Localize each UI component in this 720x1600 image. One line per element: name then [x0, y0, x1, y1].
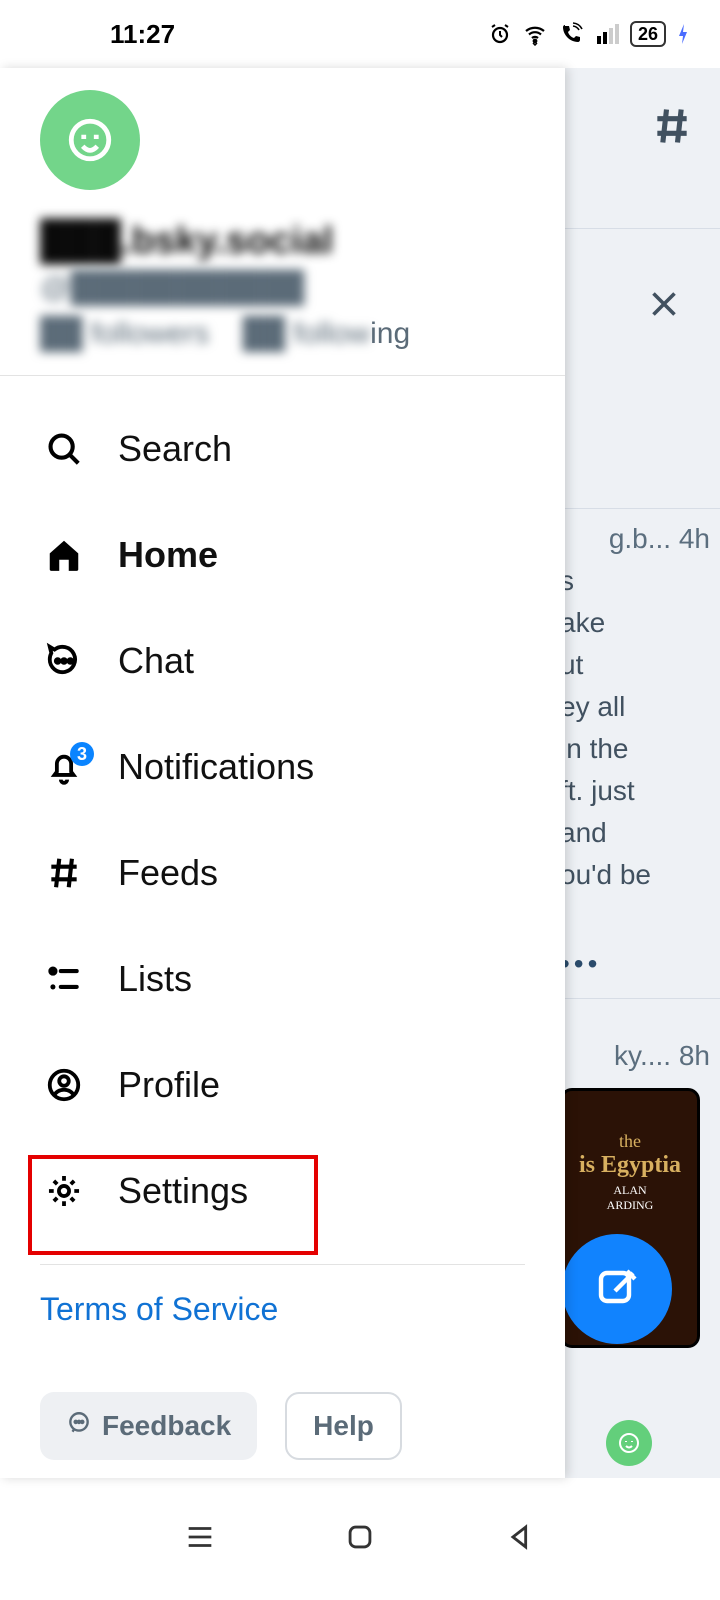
nav-notifications[interactable]: 3 Notifications: [0, 714, 565, 820]
search-icon: [44, 430, 84, 468]
signal-icon: [594, 22, 620, 46]
nav-settings[interactable]: Settings: [0, 1138, 565, 1244]
nav-label: Search: [118, 428, 232, 470]
help-button[interactable]: Help: [285, 1392, 402, 1460]
post2-meta: ky.... 8h: [560, 1040, 710, 1072]
nav-profile[interactable]: Profile: [0, 1032, 565, 1138]
nav-home[interactable]: Home: [0, 502, 565, 608]
home-button[interactable]: [343, 1520, 377, 1559]
recents-button[interactable]: [183, 1520, 217, 1559]
close-icon[interactable]: [646, 286, 682, 327]
nav-search[interactable]: Search: [0, 396, 565, 502]
footer-buttons: Feedback Help: [40, 1392, 402, 1460]
divider: [40, 1264, 525, 1265]
nav-label: Profile: [118, 1064, 220, 1106]
status-icons: 26: [488, 21, 690, 47]
navigation-drawer: ███.bsky.social @███████████ ██ follower…: [0, 68, 565, 1478]
wifi-call-icon: [558, 22, 584, 46]
notification-badge: 3: [70, 742, 94, 766]
post-body: s ake ut ey all in the ft. just and ou'd…: [560, 560, 710, 896]
following-count[interactable]: ██ following: [243, 317, 411, 350]
more-dots-icon[interactable]: •••: [560, 948, 601, 980]
feedback-label: Feedback: [102, 1410, 231, 1442]
drawer-header: ███.bsky.social @███████████ ██ follower…: [0, 68, 565, 376]
home-icon: [44, 536, 84, 574]
nav-chat[interactable]: Chat: [0, 608, 565, 714]
nav-feeds[interactable]: Feeds: [0, 820, 565, 926]
battery-indicator: 26: [630, 21, 666, 47]
hash-icon: [44, 854, 84, 892]
nav-label: Feeds: [118, 852, 218, 894]
book-line: is Egyptia: [563, 1152, 697, 1179]
back-button[interactable]: [503, 1520, 537, 1559]
followers-count[interactable]: ██ followers: [40, 317, 209, 350]
profile-icon: [44, 1066, 84, 1104]
battery-percent: 26: [638, 24, 658, 45]
help-label: Help: [313, 1410, 374, 1442]
book-line: the: [563, 1131, 697, 1152]
post-meta: g.b... 4h: [560, 518, 710, 560]
lists-icon: [44, 960, 84, 998]
chat-icon: [66, 1410, 92, 1443]
wifi-icon: [522, 22, 548, 46]
profile-stats[interactable]: ██ followers ██ following: [40, 317, 525, 351]
terms-link[interactable]: Terms of Service: [40, 1291, 278, 1327]
mini-avatar[interactable]: [606, 1420, 652, 1466]
app-area: g.b... 4h s ake ut ey all in the ft. jus…: [0, 68, 720, 1478]
profile-at-handle: @███████████: [40, 271, 525, 305]
chat-icon: [44, 642, 84, 680]
nav-lists[interactable]: Lists: [0, 926, 565, 1032]
status-time: 11:27: [110, 19, 175, 50]
divider: [560, 508, 720, 509]
book-line: ALAN ARDING: [563, 1183, 697, 1213]
footer-links: Terms of Service: [0, 1275, 565, 1328]
divider: [560, 228, 720, 229]
nav-label: Settings: [118, 1170, 248, 1212]
feedback-button[interactable]: Feedback: [40, 1392, 257, 1460]
status-bar: 11:27 26: [0, 0, 720, 68]
nav-label: Lists: [118, 958, 192, 1000]
hash-icon[interactable]: [650, 104, 694, 153]
nav-label: Notifications: [118, 746, 314, 788]
gear-icon: [44, 1172, 84, 1210]
nav-label: Chat: [118, 640, 194, 682]
system-nav-bar: [0, 1478, 720, 1600]
divider: [560, 998, 720, 999]
compose-button[interactable]: [562, 1234, 672, 1344]
profile-handle[interactable]: ███.bsky.social: [40, 220, 525, 263]
feed-post-fragment: g.b... 4h s ake ut ey all in the ft. jus…: [560, 518, 710, 896]
nav-label: Home: [118, 534, 218, 576]
charging-icon: [676, 22, 690, 46]
avatar[interactable]: [40, 90, 140, 190]
nav-list: Search Home Chat 3 Notifications: [0, 376, 565, 1254]
alarm-icon: [488, 22, 512, 46]
bell-icon: 3: [44, 748, 84, 786]
